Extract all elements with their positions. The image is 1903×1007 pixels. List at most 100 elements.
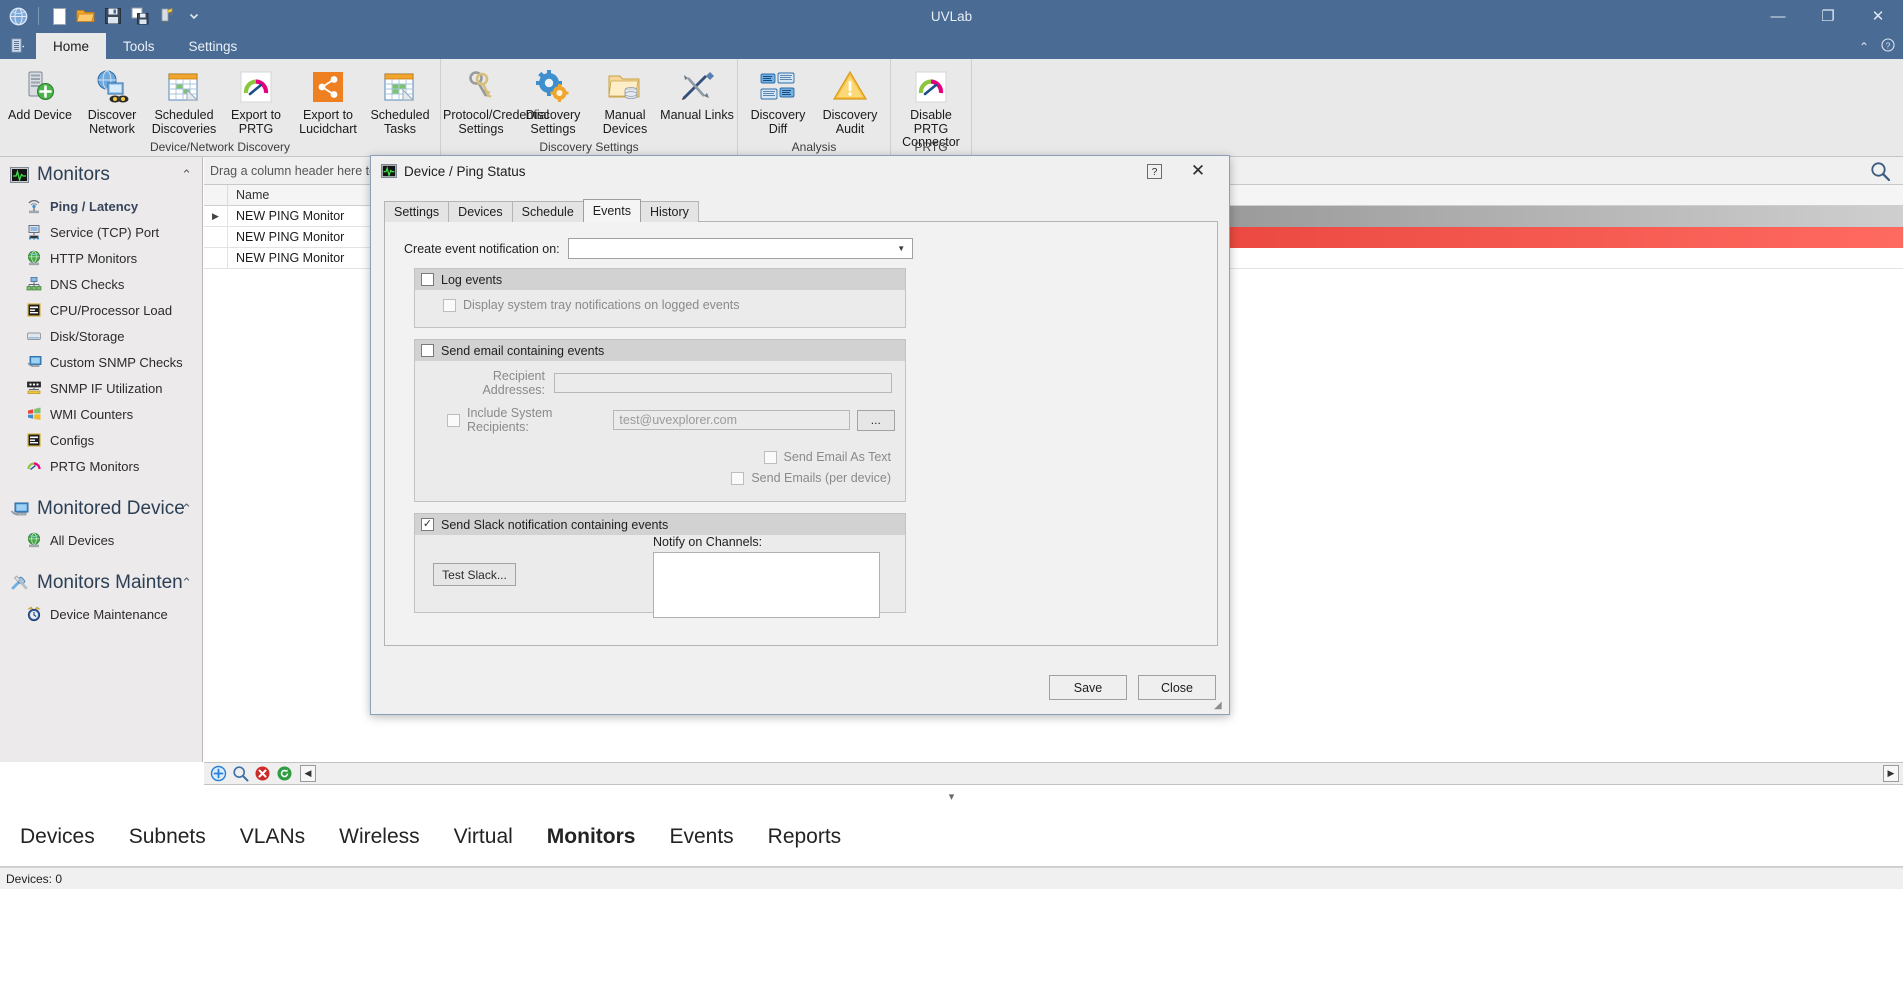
chevron-up-icon[interactable]: ⌃ <box>181 501 192 517</box>
dialog-help-button[interactable]: ? <box>1141 160 1167 182</box>
collapse-ribbon-icon[interactable]: ⌃ <box>1859 40 1869 54</box>
sidebar-item-service-tcp-port[interactable]: Service (TCP) Port <box>0 219 202 245</box>
tab-home[interactable]: Home <box>36 33 107 59</box>
save-as-icon[interactable] <box>129 5 151 27</box>
refresh-record-button[interactable] <box>274 764 294 784</box>
sidebar-section-monitored-device[interactable]: Monitored Device ⌃ <box>0 491 202 527</box>
sidebar-item-configs[interactable]: Configs <box>0 427 202 453</box>
open-folder-icon[interactable] <box>75 5 97 27</box>
notify-channels-listbox[interactable] <box>653 552 880 618</box>
ribbon-button-add-device[interactable]: Add Device <box>4 64 76 136</box>
splitter-collapse-icon[interactable]: ▾ <box>949 790 955 803</box>
close-button[interactable]: ✕ <box>1853 0 1903 32</box>
app-globe-icon[interactable] <box>7 5 29 27</box>
save-button[interactable]: Save <box>1049 675 1127 700</box>
ribbon-button-scheduled-tasks[interactable]: Scheduled Tasks <box>364 64 436 136</box>
sidebar-section-monitors-maintenance[interactable]: Monitors Mainten ⌃ <box>0 565 202 601</box>
sidebar-item-cpu-processor-load[interactable]: CPU/Processor Load <box>0 297 202 323</box>
create-event-notification-select[interactable]: ▼ <box>567 238 913 259</box>
dialog-resize-grip[interactable]: ◢ <box>1214 700 1226 712</box>
tab-settings[interactable]: Settings <box>172 33 255 59</box>
ribbon-button-disable-prtg-connector[interactable]: Disable PRTG Connector <box>895 64 967 150</box>
send-emails-per-device-checkbox[interactable] <box>731 471 745 485</box>
bottom-nav-vlans[interactable]: VLANs <box>226 821 319 853</box>
chevron-down-icon[interactable]: ▼ <box>894 239 909 258</box>
chevron-down-icon[interactable] <box>183 5 205 27</box>
log-events-checkbox[interactable] <box>421 273 434 286</box>
dialog-tab-schedule[interactable]: Schedule <box>511 201 584 222</box>
add-device-quick-icon[interactable] <box>156 5 178 27</box>
bottom-nav-events[interactable]: Events <box>655 821 747 853</box>
send-slack-checkbox[interactable] <box>421 518 434 531</box>
create-event-notification-row: Create event notification on: ▼ <box>385 238 1217 259</box>
ribbon-button-discover-network[interactable]: Discover Network <box>76 64 148 136</box>
bottom-nav-wireless[interactable]: Wireless <box>325 821 434 853</box>
tab-tools[interactable]: Tools <box>106 33 172 59</box>
ribbon-button-export-to-prtg[interactable]: Export to PRTG <box>220 64 292 136</box>
dialog-tab-settings[interactable]: Settings <box>384 201 450 222</box>
ribbon-button-discovery-settings[interactable]: Discovery Settings <box>517 64 589 136</box>
minimize-button[interactable]: — <box>1753 0 1803 32</box>
browse-recipients-button[interactable]: ... <box>856 409 896 431</box>
search-icon[interactable] <box>1870 161 1891 185</box>
help-icon[interactable]: ? <box>1881 38 1895 55</box>
sidebar-section-title: Monitors <box>37 164 110 185</box>
add-record-button[interactable] <box>208 764 228 784</box>
recipient-addresses-input[interactable] <box>554 373 892 393</box>
dialog-close-button[interactable]: ✕ <box>1185 160 1211 182</box>
sidebar-item-prtg-monitors[interactable]: PRTG Monitors <box>0 453 202 479</box>
send-email-checkbox[interactable] <box>421 344 434 357</box>
sidebar-item-ping-latency[interactable]: Ping / Latency <box>0 193 202 219</box>
sidebar-item-snmp-if-utilization[interactable]: SNMP IF Utilization <box>0 375 202 401</box>
include-system-recipients-checkbox[interactable] <box>447 413 460 427</box>
sidebar-item-all-devices[interactable]: All Devices <box>0 527 202 553</box>
display-tray-notifications-checkbox[interactable] <box>443 298 456 312</box>
bottom-nav-devices[interactable]: Devices <box>6 821 109 853</box>
send-email-as-text-checkbox[interactable] <box>763 450 777 464</box>
bottom-nav-reports[interactable]: Reports <box>754 821 856 853</box>
log-events-header[interactable]: Log events <box>414 268 906 290</box>
save-icon[interactable] <box>102 5 124 27</box>
ribbon-label: Discovery Diff <box>750 108 806 136</box>
sidebar-item-wmi-counters[interactable]: WMI Counters <box>0 401 202 427</box>
send-slack-header[interactable]: Send Slack notification containing event… <box>414 513 906 535</box>
export-prtg-icon <box>237 67 275 107</box>
edit-record-button[interactable] <box>230 764 250 784</box>
panel-splitter[interactable]: ▾ <box>0 785 1903 807</box>
test-slack-button[interactable]: Test Slack... <box>433 563 516 586</box>
dialog-tab-devices[interactable]: Devices <box>448 201 513 222</box>
ribbon-button-manual-links[interactable]: Manual Links <box>660 64 734 136</box>
ribbon-button-manual-devices[interactable]: Manual Devices <box>589 64 661 136</box>
dialog-tab-events[interactable]: Events <box>582 199 641 222</box>
sidebar-item-dns-checks[interactable]: DNS Checks <box>0 271 202 297</box>
bottom-nav-monitors[interactable]: Monitors <box>533 821 650 853</box>
close-dialog-button[interactable]: Close <box>1138 675 1216 700</box>
sidebar-item-device-maintenance[interactable]: Device Maintenance <box>0 601 202 627</box>
chevron-up-icon[interactable]: ⌃ <box>181 575 192 591</box>
sidebar-item-http-monitors[interactable]: HTTP Monitors <box>0 245 202 271</box>
sidebar-item-disk-storage[interactable]: Disk/Storage <box>0 323 202 349</box>
new-file-icon[interactable] <box>48 5 70 27</box>
ribbon-button-protocol-credential-settings[interactable]: Protocol/Credential Settings <box>443 64 549 136</box>
dialog-title-bar[interactable]: Device / Ping Status ? ✕ <box>371 156 1229 186</box>
sidebar-item-label: Device Maintenance <box>50 606 168 622</box>
ribbon-button-export-to-lucidchart[interactable]: Export to Lucidchart <box>292 64 364 136</box>
svg-text:?: ? <box>1151 167 1157 178</box>
sidebar-section-monitors[interactable]: Monitors ⌃ <box>0 157 202 193</box>
application-menu-button[interactable] <box>0 32 36 59</box>
sidebar-item-custom-snmp-checks[interactable]: Custom SNMP Checks <box>0 349 202 375</box>
send-email-header[interactable]: Send email containing events <box>414 339 906 361</box>
maximize-button[interactable]: ❐ <box>1803 0 1853 32</box>
system-recipients-input[interactable]: test@uvexplorer.com <box>613 410 850 430</box>
ribbon-button-scheduled-discoveries[interactable]: Scheduled Discoveries <box>148 64 220 136</box>
chevron-up-icon[interactable]: ⌃ <box>181 167 192 183</box>
grid-prev-page-button[interactable]: ◀ <box>300 765 316 782</box>
bottom-nav-subnets[interactable]: Subnets <box>115 821 220 853</box>
delete-record-button[interactable] <box>252 764 272 784</box>
ribbon-group-analysis: Discovery Diff Discovery Audit Analysis <box>738 59 891 156</box>
dialog-tab-history[interactable]: History <box>639 201 699 222</box>
ribbon-button-discovery-audit[interactable]: Discovery Audit <box>814 64 886 136</box>
ribbon-button-discovery-diff[interactable]: Discovery Diff <box>742 64 814 136</box>
bottom-nav-virtual[interactable]: Virtual <box>440 821 527 853</box>
grid-next-page-button[interactable]: ▶ <box>1883 765 1899 782</box>
